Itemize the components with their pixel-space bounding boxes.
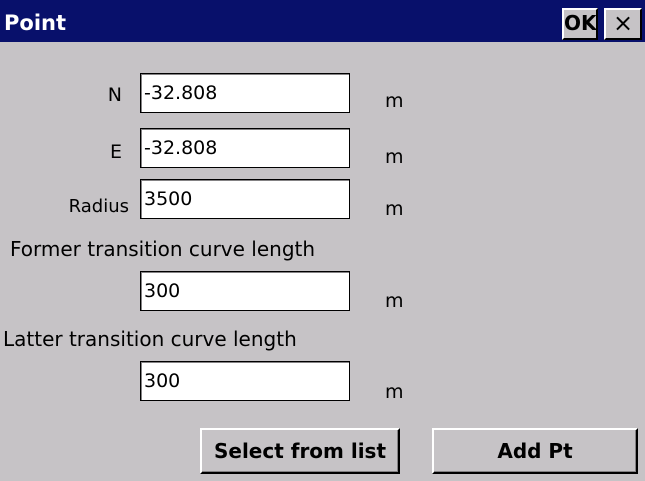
close-button[interactable]: × xyxy=(604,8,642,40)
former-transition-unit: m xyxy=(385,290,404,312)
select-from-list-button[interactable]: Select from list xyxy=(200,428,400,474)
e-input[interactable]: -32.808 xyxy=(140,128,350,168)
n-input[interactable]: -32.808 xyxy=(140,73,350,113)
radius-label: Radius xyxy=(68,196,129,217)
window-title: Point xyxy=(4,11,67,35)
latter-transition-unit: m xyxy=(385,381,404,403)
latter-transition-input[interactable]: 300 xyxy=(140,361,350,401)
e-label: E xyxy=(109,141,122,163)
n-label: N xyxy=(107,84,122,106)
title-bar: Point OK × xyxy=(0,0,645,52)
latter-transition-label: Latter transition curve length xyxy=(3,327,297,351)
n-unit: m xyxy=(385,90,404,112)
radius-input[interactable]: 3500 xyxy=(140,179,350,219)
ok-button[interactable]: OK xyxy=(562,8,598,40)
add-pt-button[interactable]: Add Pt xyxy=(432,428,638,474)
former-transition-input[interactable]: 300 xyxy=(140,271,350,311)
e-unit: m xyxy=(385,146,404,168)
radius-unit: m xyxy=(385,198,404,220)
former-transition-label: Former transition curve length xyxy=(10,237,316,261)
